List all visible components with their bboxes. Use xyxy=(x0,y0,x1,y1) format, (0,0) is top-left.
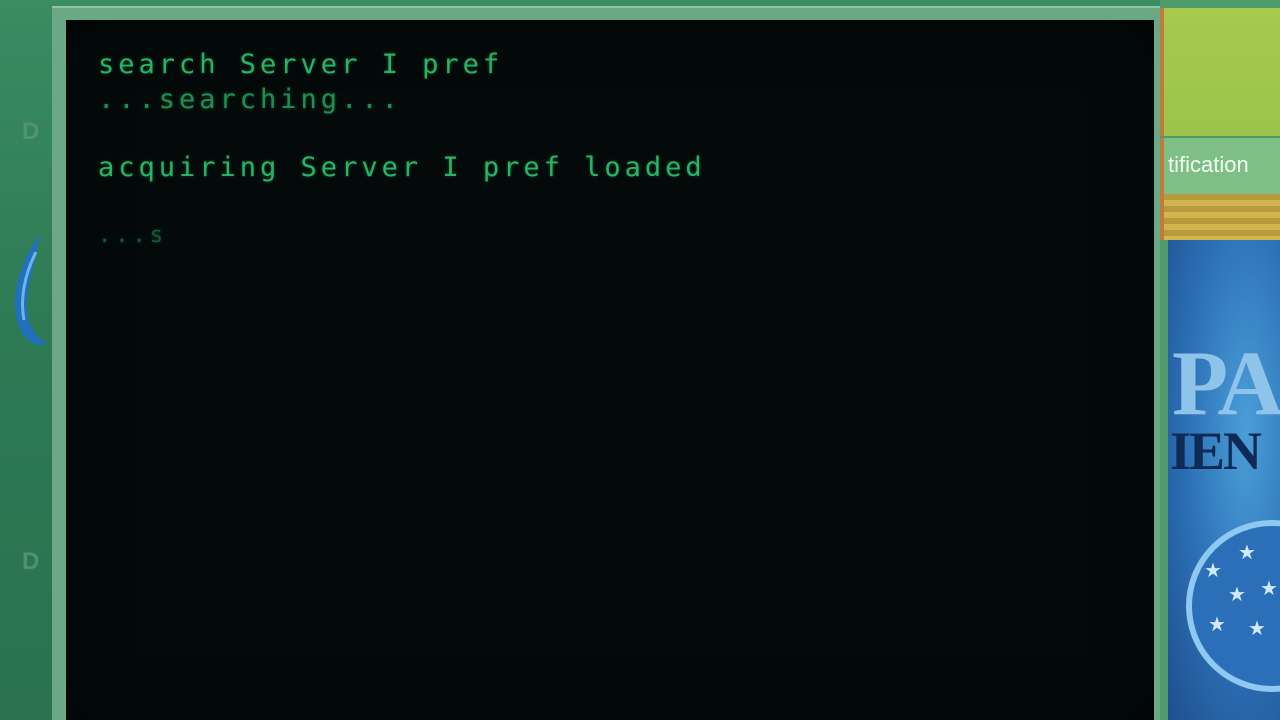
star-icon: ★ xyxy=(1228,582,1246,606)
desktop: D D search Server I pref ...searching...… xyxy=(0,0,1280,720)
background-window[interactable]: tification PA IEN ★ ★ ★ ★ ★ ★ xyxy=(1160,0,1280,720)
poster-subtitle: IEN xyxy=(1170,421,1262,481)
decorative-stripe xyxy=(1160,194,1280,240)
desktop-icon-label[interactable]: D xyxy=(22,118,39,146)
terminal-output[interactable]: search Server I pref ...searching... acq… xyxy=(66,20,1154,720)
tab-notification[interactable]: tification xyxy=(1160,138,1280,194)
star-icon: ★ xyxy=(1248,616,1266,640)
droplet-icon[interactable] xyxy=(10,232,50,350)
star-icon: ★ xyxy=(1238,540,1256,564)
terminal-line: ...s xyxy=(98,223,167,248)
terminal-line: ...searching... xyxy=(98,84,402,115)
seal-icon xyxy=(1186,520,1280,692)
window-titlebar[interactable] xyxy=(1160,8,1280,136)
star-icon: ★ xyxy=(1204,558,1222,582)
terminal-line: search Server I pref xyxy=(98,49,504,80)
terminal-line: acquiring Server I pref loaded xyxy=(98,152,706,183)
poster-image: PA IEN ★ ★ ★ ★ ★ ★ xyxy=(1168,240,1280,720)
terminal-window[interactable]: search Server I pref ...searching... acq… xyxy=(52,6,1160,720)
star-icon: ★ xyxy=(1208,612,1226,636)
star-icon: ★ xyxy=(1260,576,1278,600)
tab-label: tification xyxy=(1168,152,1249,177)
desktop-icon-label[interactable]: D xyxy=(22,548,39,576)
